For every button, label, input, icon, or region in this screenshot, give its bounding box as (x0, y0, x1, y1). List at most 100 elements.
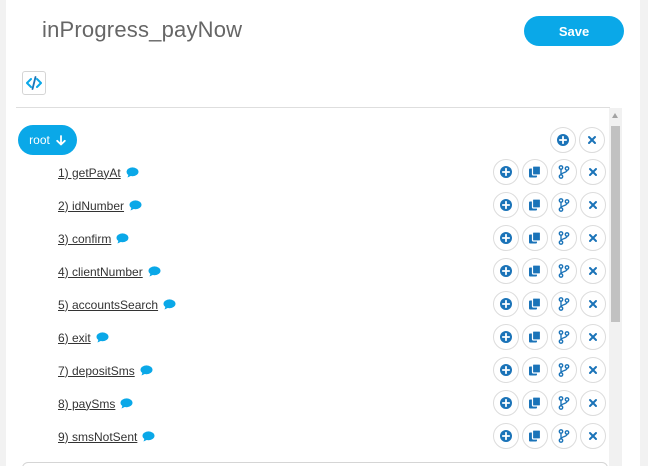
scrollbar-thumb[interactable] (611, 126, 620, 322)
editor-card: inProgress_payNow Save root 1) getPayAt … (6, 0, 640, 466)
root-label: root (29, 133, 50, 147)
delete-button[interactable] (580, 357, 606, 383)
delete-button[interactable] (580, 225, 606, 251)
node-label: 5) accountsSearch (58, 297, 159, 312)
add-icon (500, 265, 512, 277)
comment-button[interactable] (116, 233, 129, 244)
copy-icon (529, 231, 542, 244)
row-actions (493, 258, 606, 284)
node-link[interactable]: 6) exit (58, 331, 109, 345)
add-icon (500, 166, 512, 178)
node-link[interactable]: 2) idNumber (58, 199, 142, 213)
comment-button[interactable] (129, 200, 142, 211)
duplicate-button[interactable] (522, 390, 548, 416)
node-link[interactable]: 7) depositSms (58, 364, 153, 378)
node-link[interactable]: 1) getPayAt (58, 166, 139, 180)
branch-button[interactable] (551, 258, 577, 284)
code-view-button[interactable] (22, 71, 46, 95)
tree-row: 5) accountsSearch (16, 288, 608, 321)
node-label: 2) idNumber (58, 198, 125, 213)
add-icon (500, 430, 512, 442)
branch-icon (558, 429, 570, 443)
delete-button[interactable] (580, 159, 606, 185)
node-link[interactable]: 4) clientNumber (58, 265, 161, 279)
duplicate-button[interactable] (522, 159, 548, 185)
comment-icon (126, 167, 139, 178)
close-icon (589, 234, 597, 242)
copy-icon (529, 330, 542, 343)
copy-icon (529, 363, 542, 376)
branch-button[interactable] (551, 423, 577, 449)
tree-row: 8) paySms (16, 387, 608, 420)
bottom-panel (22, 462, 608, 466)
add-button[interactable] (550, 127, 576, 153)
comment-button[interactable] (126, 167, 139, 178)
duplicate-button[interactable] (522, 357, 548, 383)
add-icon (500, 298, 512, 310)
root-node-button[interactable]: root (18, 125, 77, 155)
node-link[interactable]: 5) accountsSearch (58, 298, 176, 312)
comment-icon (142, 431, 155, 442)
add-button[interactable] (493, 291, 519, 317)
add-button[interactable] (493, 423, 519, 449)
node-label: 3) confirm (58, 231, 112, 246)
delete-button[interactable] (580, 423, 606, 449)
branch-icon (558, 231, 570, 245)
add-icon (500, 364, 512, 376)
copy-icon (529, 165, 542, 178)
node-link[interactable]: 3) confirm (58, 232, 129, 246)
tree-row: 9) smsNotSent (16, 420, 608, 453)
scrollbar[interactable] (609, 108, 622, 466)
comment-button[interactable] (140, 365, 153, 376)
node-label: 4) clientNumber (58, 264, 143, 279)
add-button[interactable] (493, 225, 519, 251)
comment-button[interactable] (148, 266, 161, 277)
close-icon (589, 300, 597, 308)
comment-button[interactable] (163, 299, 176, 310)
branch-button[interactable] (551, 357, 577, 383)
comment-button[interactable] (96, 332, 109, 343)
row-actions (493, 192, 606, 218)
comment-button[interactable] (142, 431, 155, 442)
branch-button[interactable] (551, 291, 577, 317)
branch-button[interactable] (551, 159, 577, 185)
add-button[interactable] (493, 192, 519, 218)
add-button[interactable] (493, 357, 519, 383)
page-title: inProgress_payNow (42, 17, 243, 42)
node-link[interactable]: 9) smsNotSent (58, 430, 155, 444)
delete-button[interactable] (580, 291, 606, 317)
comment-button[interactable] (120, 398, 133, 409)
flow-tree: root 1) getPayAt 2) idNumber 3) confirm 4) … (16, 108, 608, 466)
close-icon (589, 201, 597, 209)
delete-button[interactable] (579, 127, 605, 153)
duplicate-button[interactable] (522, 192, 548, 218)
root-actions (550, 127, 605, 153)
node-link[interactable]: 8) paySms (58, 397, 133, 411)
save-button[interactable]: Save (524, 16, 624, 46)
add-button[interactable] (493, 159, 519, 185)
branch-button[interactable] (551, 390, 577, 416)
copy-icon (529, 264, 542, 277)
scroll-up-arrow[interactable] (612, 113, 618, 118)
duplicate-button[interactable] (522, 291, 548, 317)
delete-button[interactable] (580, 192, 606, 218)
branch-button[interactable] (551, 225, 577, 251)
branch-icon (558, 165, 570, 179)
delete-button[interactable] (580, 258, 606, 284)
add-button[interactable] (493, 258, 519, 284)
duplicate-button[interactable] (522, 225, 548, 251)
add-button[interactable] (493, 324, 519, 350)
branch-button[interactable] (551, 192, 577, 218)
close-icon (589, 333, 597, 341)
copy-icon (529, 198, 542, 211)
comment-icon (163, 299, 176, 310)
copy-icon (529, 429, 542, 442)
branch-button[interactable] (551, 324, 577, 350)
duplicate-button[interactable] (522, 258, 548, 284)
delete-button[interactable] (580, 324, 606, 350)
duplicate-button[interactable] (522, 324, 548, 350)
delete-button[interactable] (580, 390, 606, 416)
add-button[interactable] (493, 390, 519, 416)
duplicate-button[interactable] (522, 423, 548, 449)
tree-row: 4) clientNumber (16, 255, 608, 288)
